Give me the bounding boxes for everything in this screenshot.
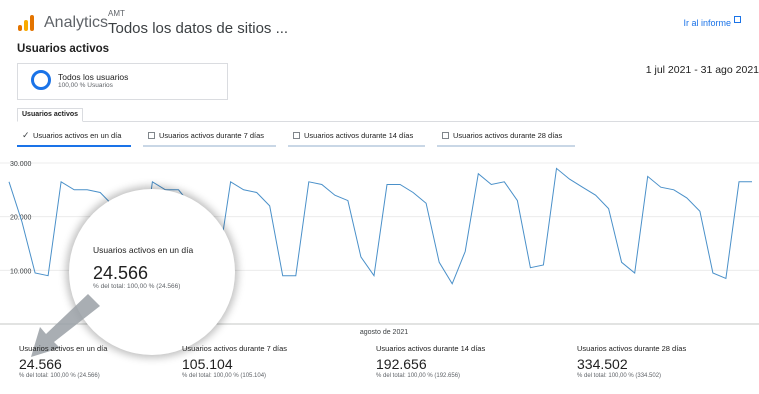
summary-subtitle: % del total: 100,00 % (192.656)	[376, 373, 461, 379]
summary-value: 24.566	[19, 356, 62, 372]
summary-subtitle: % del total: 100,00 % (105.104)	[182, 373, 267, 379]
summary-value: 334.502	[577, 356, 628, 372]
summary-value: 105.104	[182, 356, 233, 372]
summary-label: Usuarios activos durante 28 días	[577, 344, 687, 353]
summary-14-days[interactable]: Usuarios activos durante 14 días 192.656…	[376, 344, 556, 392]
summary-28-days[interactable]: Usuarios activos durante 28 días 334.502…	[577, 344, 757, 392]
summary-label: Usuarios activos durante 14 días	[376, 344, 486, 353]
pointer-arrow-icon	[31, 294, 100, 357]
summary-1-day[interactable]: Usuarios activos en un día 24.566 % del …	[19, 344, 199, 392]
summary-value: 192.656	[376, 356, 427, 372]
summary-label: Usuarios activos durante 7 días	[182, 344, 288, 353]
summary-subtitle: % del total: 100,00 % (334.502)	[577, 373, 662, 379]
summary-subtitle: % del total: 100,00 % (24.566)	[19, 373, 100, 379]
summary-7-days[interactable]: Usuarios activos durante 7 días 105.104 …	[182, 344, 362, 392]
summary-label: Usuarios activos en un día	[19, 344, 108, 353]
